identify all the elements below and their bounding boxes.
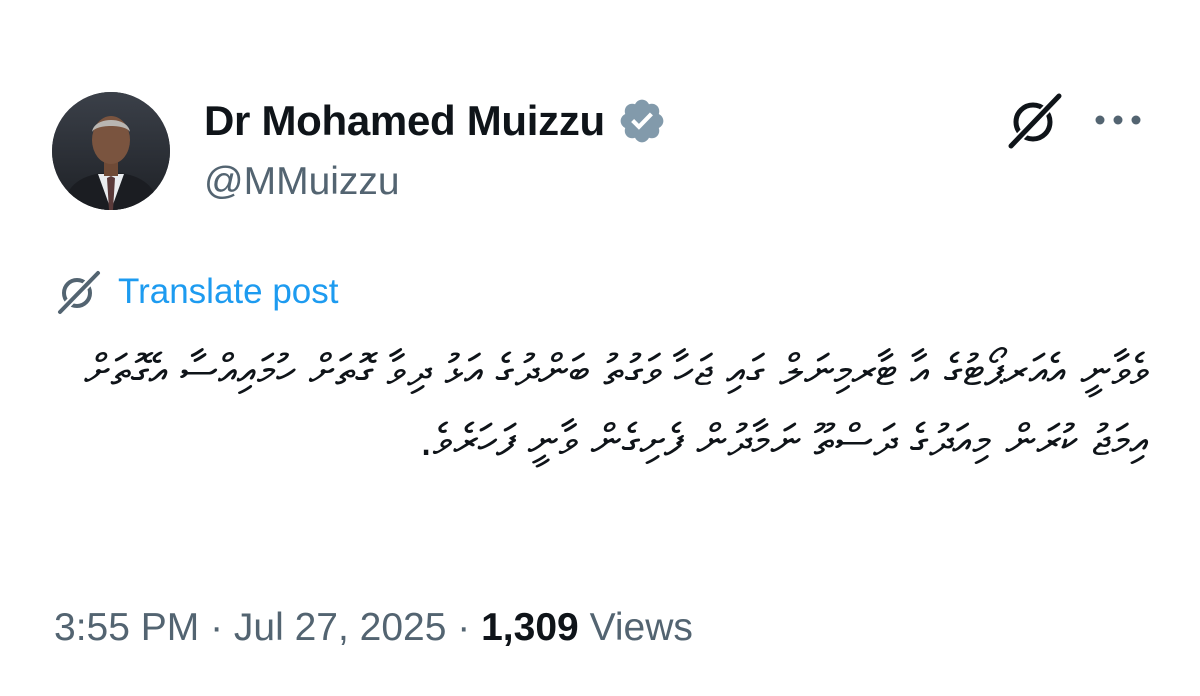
translate-post-button[interactable]: Translate post bbox=[54, 268, 338, 316]
views-count: 1,309 bbox=[481, 606, 579, 649]
translate-label: Translate post bbox=[118, 272, 339, 311]
grok-icon bbox=[1006, 91, 1064, 151]
meta-separator: · bbox=[446, 606, 482, 649]
more-icon bbox=[1095, 115, 1141, 125]
more-button[interactable] bbox=[1092, 100, 1144, 140]
profile-photo bbox=[52, 92, 170, 210]
avatar[interactable] bbox=[52, 92, 170, 210]
display-name[interactable]: Dr Mohamed Muizzu bbox=[204, 97, 605, 145]
post-text: ވެވާނީ އެއަރޕޯޓުގެ އާ ޓާރމިނަލް ގައި ޖަހ… bbox=[84, 346, 1148, 466]
post-date[interactable]: Jul 27, 2025 bbox=[234, 606, 447, 649]
meta-separator: · bbox=[199, 606, 234, 649]
grok-button[interactable] bbox=[1003, 90, 1065, 152]
handle[interactable]: @MMuizzu bbox=[204, 160, 400, 204]
post-time[interactable]: 3:55 PM bbox=[54, 606, 199, 649]
translate-icon bbox=[56, 269, 102, 316]
tweet: Dr Mohamed Muizzu @MMuizzu Translate pos… bbox=[0, 0, 1200, 696]
verified-badge-icon bbox=[617, 96, 667, 146]
views-label: Views bbox=[589, 606, 693, 649]
name-row: Dr Mohamed Muizzu bbox=[204, 96, 667, 146]
post-meta: 3:55 PM · Jul 27, 2025 · 1,309 Views bbox=[54, 606, 693, 650]
